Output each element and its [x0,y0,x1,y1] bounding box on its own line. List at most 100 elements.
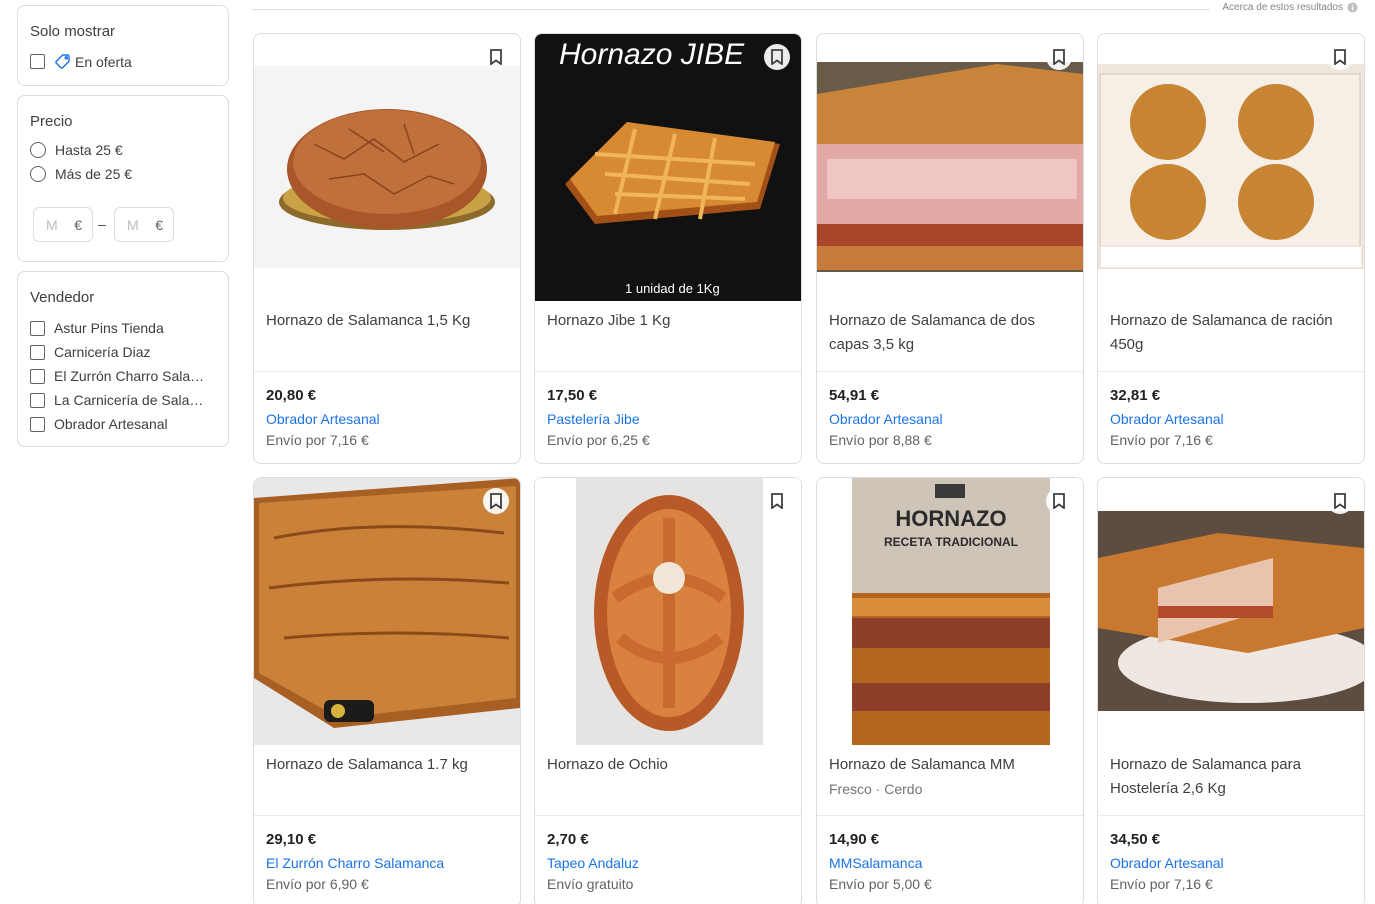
hornazo-round-image [254,34,520,301]
product-image[interactable] [535,478,801,745]
card-divider [254,815,520,816]
filter-only-show-title: Solo mostrar [30,23,116,40]
bookmark-button[interactable] [483,488,509,514]
product-card[interactable]: Hornazo de Salamanca 1,5 Kg 20,80 € Obra… [253,33,521,464]
product-seller-link[interactable]: Pastelería Jibe [547,411,640,427]
product-image[interactable]: HORNAZO RECETA TRADICIONAL [817,478,1083,745]
product-card[interactable]: Hornazo JIBE 1 unidad de 1Kg Hornazo Jib… [534,33,802,464]
product-card[interactable]: Hornazo de Salamanca de ración 450g 32,8… [1097,33,1365,464]
hornazo-box-image [1098,34,1364,301]
bookmark-button[interactable] [764,488,790,514]
on-sale-checkbox[interactable] [30,54,45,69]
hornazo-mm-image: HORNAZO RECETA TRADICIONAL [817,478,1083,745]
card-divider [535,371,801,372]
product-image[interactable] [254,478,520,745]
product-image[interactable]: Hornazo JIBE 1 unidad de 1Kg [535,34,801,301]
seller-checkbox[interactable] [30,344,45,360]
product-title[interactable]: Hornazo de Salamanca 1.7 kg [266,753,510,777]
bookmark-icon [1053,493,1065,509]
card-divider [817,815,1083,816]
seller-option-carniceria-diaz[interactable]: Carnicería Diaz [30,344,150,360]
price-max-currency: € [155,216,163,233]
product-title[interactable]: Hornazo de Salamanca MM [829,753,1073,777]
price-over-25-radio[interactable] [30,166,46,182]
product-shipping: Envío por 5,00 € [829,876,932,892]
about-results-label: Acerca de estos resultados [1222,2,1343,13]
filter-price-title: Precio [30,113,73,130]
hornazo-ochio-image [535,478,801,745]
price-under-25-radio[interactable] [30,142,46,158]
seller-option-obrador[interactable]: Obrador Artesanal [30,416,168,432]
product-price: 20,80 € [266,387,317,404]
product-card[interactable]: Hornazo de Salamanca 1.7 kg 29,10 € El Z… [253,477,521,904]
price-range-separator: – [98,216,106,232]
price-under-25-label: Hasta 25 € [55,142,123,158]
product-title[interactable]: Hornazo de Salamanca de ración 450g [1110,309,1354,357]
bookmark-icon [490,49,502,65]
bookmark-button[interactable] [1327,488,1353,514]
product-seller-link[interactable]: Obrador Artesanal [1110,855,1224,871]
bookmark-button[interactable] [1046,44,1072,70]
product-title[interactable]: Hornazo de Salamanca para Hostelería 2,6… [1110,753,1354,801]
bookmark-button[interactable] [764,44,790,70]
product-seller-link[interactable]: Obrador Artesanal [266,411,380,427]
product-seller-link[interactable]: Tapeo Andaluz [547,855,639,871]
seller-checkbox[interactable] [30,392,45,408]
seller-checkbox[interactable] [30,368,45,384]
price-max-input[interactable]: M € [114,207,174,242]
product-seller-link[interactable]: El Zurrón Charro Salamanca [266,855,444,871]
product-image[interactable] [1098,34,1364,301]
price-min-input[interactable]: M € [33,207,93,242]
product-image[interactable] [817,34,1083,301]
product-seller-link[interactable]: Obrador Artesanal [829,411,943,427]
product-card[interactable]: HORNAZO RECETA TRADICIONAL Hornazo de Sa… [816,477,1084,904]
card-divider [254,371,520,372]
about-results-link[interactable]: Acerca de estos resultados [1222,2,1358,13]
seller-option-el-zurron[interactable]: El Zurrón Charro Salamanca [30,368,214,384]
seller-checkbox[interactable] [30,416,45,432]
product-price: 32,81 € [1110,387,1161,404]
product-shipping: Envío por 6,90 € [266,876,369,892]
seller-label: Carnicería Diaz [54,344,151,360]
product-card[interactable]: Hornazo de Ochio 2,70 € Tapeo Andaluz En… [534,477,802,904]
results-divider [252,9,1210,10]
product-card[interactable]: Hornazo de Salamanca de dos capas 3,5 kg… [816,33,1084,464]
bookmark-icon [1334,493,1346,509]
filter-only-show: Solo mostrar En oferta [17,5,229,86]
image-brand-text: Hornazo JIBE [559,38,745,71]
price-option-over-25[interactable]: Más de 25 € [30,166,132,182]
bookmark-button[interactable] [483,44,509,70]
seller-label: El Zurrón Charro Salamanca [54,368,214,384]
image-caption-text: RECETA TRADICIONAL [884,535,1018,549]
product-title[interactable]: Hornazo de Salamanca de dos capas 3,5 kg [829,309,1073,357]
product-title[interactable]: Hornazo de Salamanca 1,5 Kg [266,309,510,333]
product-title[interactable]: Hornazo Jibe 1 Kg [547,309,791,333]
filter-seller: Vendedor Astur Pins Tienda Carnicería Di… [17,271,229,447]
seller-option-la-carniceria[interactable]: La Carnicería de Salamanca [30,392,214,408]
bookmark-icon [1334,49,1346,65]
product-image[interactable] [1098,478,1364,745]
info-icon [1347,2,1358,13]
product-seller-link[interactable]: MMSalamanca [829,855,922,871]
seller-checkbox[interactable] [30,320,45,336]
seller-option-astur-pins[interactable]: Astur Pins Tienda [30,320,164,336]
product-seller-link[interactable]: Obrador Artesanal [1110,411,1224,427]
filter-option-on-sale[interactable]: En oferta [30,53,132,70]
filter-seller-title: Vendedor [30,289,95,306]
bookmark-button[interactable] [1046,488,1072,514]
price-max-placeholder: M [127,216,139,233]
image-brand-text: HORNAZO [895,506,1006,531]
image-caption-text: 1 unidad de 1Kg [625,281,720,296]
price-option-under-25[interactable]: Hasta 25 € [30,142,123,158]
hornazo-layers-image [817,34,1083,301]
product-shipping: Envío gratuito [547,876,634,892]
product-title[interactable]: Hornazo de Ochio [547,753,791,777]
product-image[interactable] [254,34,520,301]
card-divider [1098,371,1364,372]
bookmark-button[interactable] [1327,44,1353,70]
product-price: 17,50 € [547,387,598,404]
product-price: 2,70 € [547,831,589,848]
product-card[interactable]: Hornazo de Salamanca para Hostelería 2,6… [1097,477,1365,904]
price-min-currency: € [74,216,82,233]
product-price: 29,10 € [266,831,317,848]
